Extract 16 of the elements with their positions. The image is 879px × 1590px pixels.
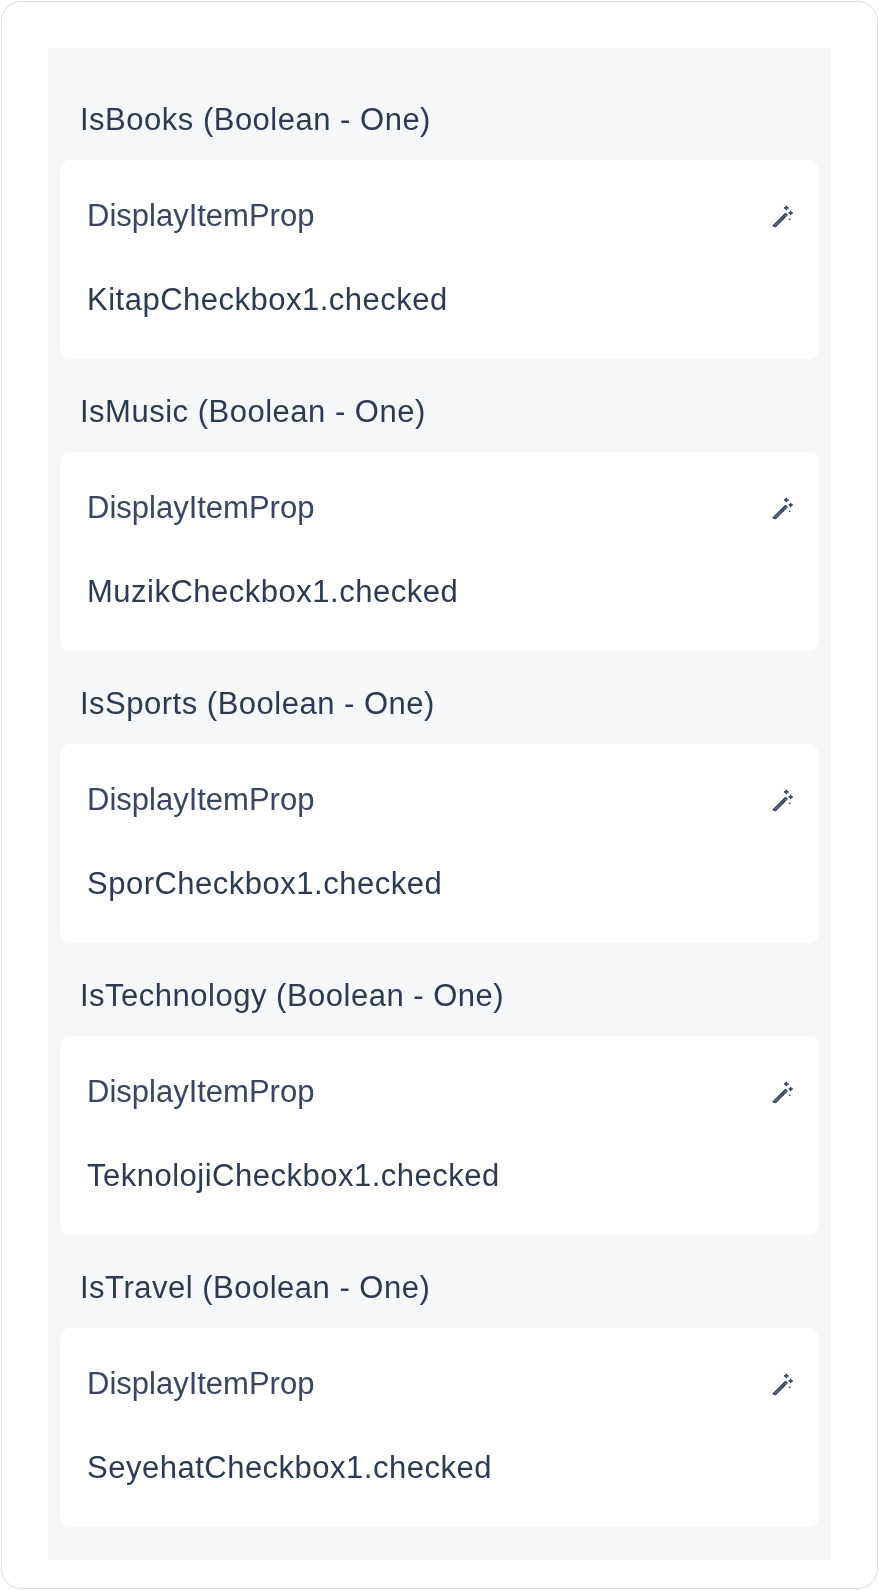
property-title: IsTravel (Boolean - One) <box>79 1269 432 1307</box>
property-title: IsBooks (Boolean - One) <box>79 101 432 139</box>
property-value: SporCheckbox1.checked <box>87 865 444 903</box>
property-label: DisplayItemProp <box>87 1365 315 1403</box>
property-label: DisplayItemProp <box>87 197 315 235</box>
property-label: DisplayItemProp <box>87 1073 315 1111</box>
property-value: MuzikCheckbox1.checked <box>87 573 460 611</box>
property-title: IsTechnology (Boolean - One) <box>79 977 506 1015</box>
property-label: DisplayItemProp <box>87 489 315 527</box>
magic-wand-icon[interactable] <box>769 495 795 521</box>
property-label: DisplayItemProp <box>87 781 315 819</box>
property-value: KitapCheckbox1.checked <box>87 281 449 319</box>
property-title: IsSports (Boolean - One) <box>79 685 436 723</box>
property-title: IsMusic (Boolean - One) <box>79 393 427 431</box>
property-value: SeyehatCheckbox1.checked <box>87 1449 493 1487</box>
property-value: TeknolojiCheckbox1.checked <box>87 1157 501 1195</box>
